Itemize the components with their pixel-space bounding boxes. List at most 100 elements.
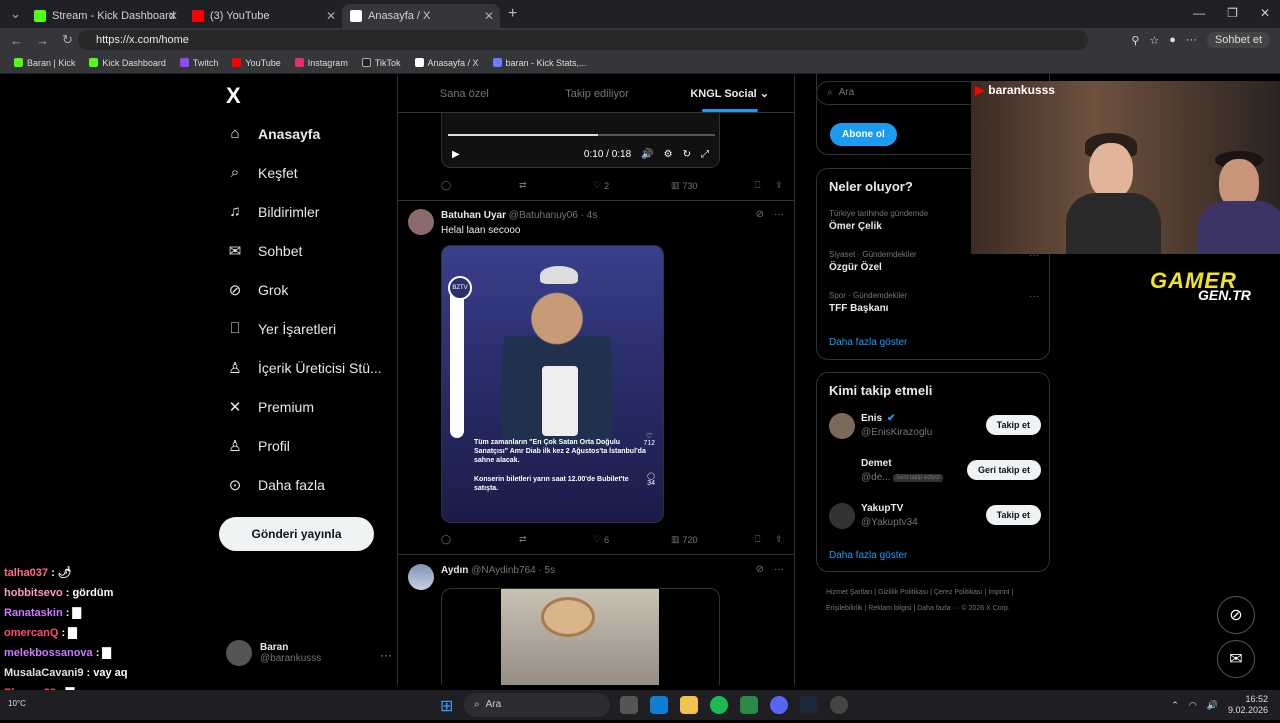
new-tab-button[interactable]: + (508, 5, 517, 23)
follow-button[interactable]: Takip et (985, 505, 1041, 525)
views-button[interactable]: ▥ 720 (671, 534, 755, 545)
avatar[interactable] (408, 209, 434, 235)
reload-icon[interactable]: ↻ (62, 32, 78, 48)
volume-icon[interactable]: 🔊 (1207, 700, 1218, 711)
menu-icon[interactable]: ··· (1186, 34, 1197, 46)
bookmark-kick-dashboard[interactable]: Kick Dashboard (89, 58, 166, 68)
nav-grok[interactable]: ⊘ Grok (226, 281, 289, 299)
subscribe-button[interactable]: Abone ol (830, 123, 897, 146)
views-button[interactable]: ▥ 730 (671, 180, 755, 191)
settings-icon[interactable]: ⚙ (664, 149, 673, 160)
bookmark-kick-stats[interactable]: baran - Kick Stats,... (492, 58, 587, 68)
taskview-icon[interactable] (620, 696, 638, 714)
nav-profile[interactable]: ♙ Profil (226, 437, 290, 455)
tab-following[interactable]: Takip ediliyor (531, 75, 664, 112)
start-icon[interactable]: ⊞ (440, 696, 453, 716)
avatar[interactable] (408, 564, 434, 590)
obs-icon[interactable] (830, 696, 848, 714)
repost-icon[interactable]: ⇄ (519, 534, 593, 545)
reply-icon[interactable]: ◯ (441, 180, 519, 191)
bookmark-instagram[interactable]: Instagram (294, 58, 348, 68)
show-more-link[interactable]: Daha fazla göster (829, 550, 907, 561)
nav-explore[interactable]: ⌕ Keşfet (226, 164, 298, 181)
tab-list-icon[interactable]: ⌄ (10, 6, 26, 22)
account-switcher[interactable]: Baran @barankusss ··· (226, 640, 392, 666)
bookmark-icon[interactable]: ⎕ (755, 180, 775, 191)
bookmark-twitch[interactable]: Twitch (179, 58, 218, 68)
maximize-icon[interactable]: ❐ (1227, 6, 1238, 20)
explorer-icon[interactable] (680, 696, 698, 714)
discord-icon[interactable] (770, 696, 788, 714)
chevron-up-icon[interactable]: ⌃ (1171, 700, 1179, 711)
tweet[interactable]: Aydın @NAydinb764 · 5s ⊘ ··· (398, 556, 794, 685)
copilot-button[interactable]: Sohbet et (1206, 32, 1270, 48)
follow-suggestion[interactable]: Demet @de... Seni takip ediyor Geri taki… (829, 456, 1041, 486)
close-tab-icon[interactable]: ✕ (168, 9, 178, 23)
bookmark-youtube[interactable]: YouTube (232, 58, 281, 68)
x-logo-icon[interactable]: X (226, 83, 241, 109)
post-button[interactable]: Gönderi yayınla (219, 517, 374, 551)
nav-more[interactable]: ⊙ Daha fazla (226, 476, 325, 494)
share-icon[interactable]: ⇪ (775, 180, 783, 191)
app-icon[interactable] (740, 696, 758, 714)
wifi-icon[interactable]: ◠ (1189, 700, 1197, 711)
favorites-icon[interactable]: ☆ (1149, 34, 1159, 47)
grok-fab[interactable]: ⊘ (1217, 596, 1255, 634)
nav-home[interactable]: ⌂ Anasayfa (226, 125, 320, 142)
clock[interactable]: 16:52 9.02.2026 (1228, 694, 1268, 716)
weather-widget[interactable]: 10°C (8, 699, 26, 708)
forward-icon[interactable]: → (36, 33, 52, 48)
video-player-controls[interactable]: ▶ 0:10 / 0:18 🔊 ⚙ ↻ ⤢ (441, 113, 720, 168)
video-progress-bar[interactable] (448, 134, 715, 136)
spotify-icon[interactable] (710, 696, 728, 714)
nav-messages[interactable]: ✉ Sohbet (226, 242, 303, 260)
loop-icon[interactable]: ↻ (683, 149, 691, 160)
close-tab-icon[interactable]: ✕ (484, 9, 494, 23)
follow-back-button[interactable]: Geri takip et (966, 460, 1041, 480)
trend-item[interactable]: Spor · Gündemdekiler TFF Başkanı ··· (829, 291, 1039, 314)
minimize-icon[interactable]: — (1193, 6, 1205, 20)
tab-kngl-social[interactable]: KNGL Social ⌄ (663, 75, 794, 112)
like-button[interactable]: ♡ 6 (593, 534, 671, 545)
tab-youtube[interactable]: (3) YouTube ✕ (184, 4, 342, 28)
tab-x-home[interactable]: Anasayfa / X ✕ (342, 4, 500, 28)
tweet[interactable]: Batuhan Uyar @Batuhanuy06 · 4s ⊘ ··· Hela… (398, 201, 794, 555)
profile-avatar[interactable]: ● (1169, 34, 1176, 46)
bookmark-baran-kick[interactable]: Baran | Kick (14, 58, 75, 68)
tab-for-you[interactable]: Sana özel (398, 75, 531, 112)
nav-premium[interactable]: ✕ Premium (226, 398, 314, 416)
tab-kick-dashboard[interactable]: Stream - Kick Dashboard ✕ (26, 4, 184, 28)
repost-icon[interactable]: ⇄ (519, 180, 593, 191)
fullscreen-icon[interactable]: ⤢ (701, 149, 709, 160)
bookmark-icon[interactable]: ⎕ (755, 534, 775, 545)
close-tab-icon[interactable]: ✕ (326, 9, 336, 23)
nav-notifications[interactable]: ♫ Bildirimler (226, 203, 319, 220)
follow-suggestion[interactable]: Enis ✔ @EnisKirazoglu Takip et (829, 411, 1041, 441)
footer-links[interactable]: Hizmet Şartları | Gizlilik Politikası | … (826, 585, 1046, 617)
taskbar-search[interactable]: ⌕ Ara (464, 693, 610, 717)
like-button[interactable]: ♡ 2 (593, 180, 671, 191)
follow-suggestion[interactable]: YakupTV @Yakuptv34 Takip et (829, 501, 1041, 531)
extensions-icon[interactable]: ⚲ (1131, 34, 1139, 47)
volume-icon[interactable]: 🔊 (641, 149, 653, 160)
grok-icon[interactable]: ⊘ (756, 209, 764, 220)
play-icon[interactable]: ▶ (452, 149, 460, 160)
more-icon[interactable]: ··· (774, 209, 784, 220)
nav-creator-studio[interactable]: ♙ İçerik Üreticisi Stü... (226, 359, 381, 377)
messages-fab[interactable]: ✉ (1217, 640, 1255, 678)
back-icon[interactable]: ← (10, 33, 26, 48)
grok-icon[interactable]: ⊘ (756, 564, 764, 575)
tweet-image[interactable]: BZTV Tüm zamanların "En Çok Satan Orta D… (441, 245, 664, 523)
bookmark-tiktok[interactable]: TikTok (361, 58, 401, 68)
more-icon[interactable]: ··· (774, 564, 784, 575)
nav-bookmarks[interactable]: ⎕ Yer İşaretleri (226, 320, 336, 337)
show-more-link[interactable]: Daha fazla göster (829, 337, 907, 348)
more-icon[interactable]: ··· (380, 648, 392, 662)
bookmark-x[interactable]: Anasayfa / X (414, 58, 479, 68)
more-icon[interactable]: ··· (1029, 291, 1039, 302)
reply-icon[interactable]: ◯ (441, 534, 519, 545)
follow-button[interactable]: Takip et (985, 415, 1041, 435)
steam-icon[interactable] (800, 696, 818, 714)
tweet-image[interactable] (441, 588, 720, 685)
edge-icon[interactable] (650, 696, 668, 714)
